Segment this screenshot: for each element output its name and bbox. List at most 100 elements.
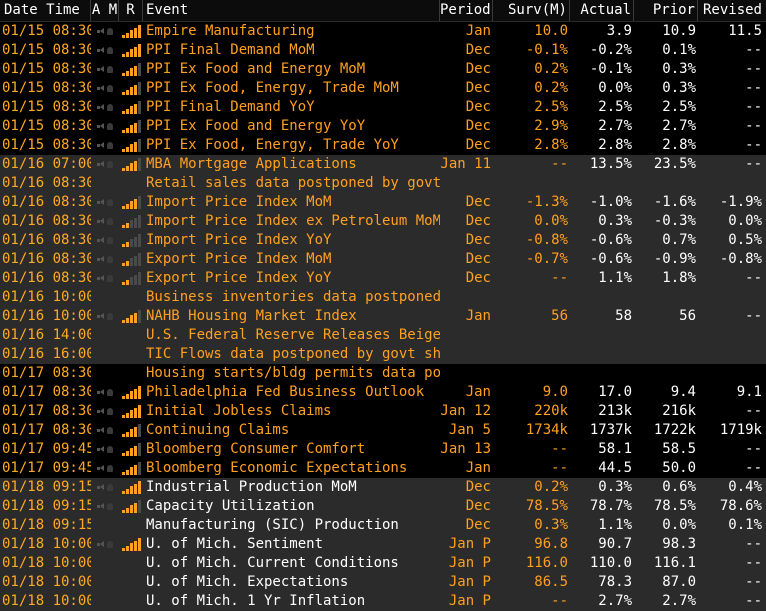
speaker-icon[interactable] — [97, 408, 106, 415]
bell-icon[interactable] — [107, 503, 113, 510]
row-event-name[interactable]: Import Price Index YoY — [143, 231, 440, 250]
row-event-name[interactable]: Capacity Utilization — [143, 497, 440, 516]
bell-icon[interactable] — [107, 199, 113, 206]
table-row[interactable]: 01/15 08:30 PPI Ex Food, Energy, Trade Yo… — [0, 136, 766, 155]
speaker-icon[interactable] — [97, 199, 106, 206]
row-event-name[interactable]: Import Price Index ex Petroleum MoM — [143, 212, 440, 231]
speaker-icon[interactable] — [97, 484, 106, 491]
row-event-name[interactable]: PPI Ex Food and Energy MoM — [143, 60, 440, 79]
row-event-name[interactable]: Bloomberg Economic Expectations — [143, 459, 440, 478]
row-alert-controls[interactable] — [91, 516, 119, 535]
table-row[interactable]: 01/17 09:45 Bloomberg Economic Expectatio… — [0, 459, 766, 478]
bell-icon[interactable] — [107, 427, 113, 434]
row-event-name[interactable]: NAHB Housing Market Index — [143, 307, 440, 326]
row-alert-controls[interactable] — [91, 421, 119, 440]
bell-icon[interactable] — [107, 104, 113, 111]
table-row[interactable]: 01/17 08:30 Philadelphia Fed Business Out… — [0, 383, 766, 402]
table-row[interactable]: 01/15 08:30 PPI Ex Food, Energy, Trade Mo… — [0, 79, 766, 98]
speaker-icon[interactable] — [97, 237, 106, 244]
row-alert-controls[interactable] — [91, 573, 119, 592]
row-alert-controls[interactable] — [91, 79, 119, 98]
row-event-name[interactable]: Industrial Production MoM — [143, 478, 440, 497]
header-relevance[interactable]: R — [119, 0, 143, 21]
table-row[interactable]: 01/16 08:30 Import Price Index ex Petrole… — [0, 212, 766, 231]
row-event-name[interactable]: Import Price Index MoM — [143, 193, 440, 212]
table-row[interactable]: 01/16 08:30 Import Price Index YoY Dec -0.8… — [0, 231, 766, 250]
table-row[interactable]: 01/17 09:45 Bloomberg Consumer Comfort Jan… — [0, 440, 766, 459]
row-alert-controls[interactable] — [91, 41, 119, 60]
header-revised[interactable]: Revised — [698, 0, 766, 21]
speaker-icon[interactable] — [97, 446, 106, 453]
row-event-name[interactable]: U. of Mich. Expectations — [143, 573, 440, 592]
row-event-name[interactable]: Housing starts/bldg permits data postpon… — [143, 364, 440, 383]
header-date-time[interactable]: Date Time — [0, 0, 91, 21]
bell-icon[interactable] — [107, 541, 113, 548]
table-row[interactable]: 01/15 08:30 PPI Final Demand MoM Dec -0.1% -… — [0, 41, 766, 60]
table-row[interactable]: 01/16 10:00 Business inventories data pos… — [0, 288, 766, 307]
row-alert-controls[interactable] — [91, 592, 119, 611]
row-alert-controls[interactable] — [91, 364, 119, 383]
table-row[interactable]: 01/16 07:00 MBA Mortgage Applications Jan … — [0, 155, 766, 174]
speaker-icon[interactable] — [97, 503, 106, 510]
bell-icon[interactable] — [107, 465, 113, 472]
row-alert-controls[interactable] — [91, 231, 119, 250]
table-row[interactable]: 01/18 09:15 Industrial Production MoM Dec 0… — [0, 478, 766, 497]
row-alert-controls[interactable] — [91, 497, 119, 516]
bell-icon[interactable] — [107, 66, 113, 73]
bell-icon[interactable] — [107, 47, 113, 54]
table-row[interactable]: 01/16 14:00 U.S. Federal Reserve Releases… — [0, 326, 766, 345]
table-row[interactable]: 01/16 08:30 Retail sales data postponed b… — [0, 174, 766, 193]
row-event-name[interactable]: Business inventories data postponed by g… — [143, 288, 440, 307]
header-survey[interactable]: Surv(M) — [493, 0, 570, 21]
speaker-icon[interactable] — [97, 427, 106, 434]
bell-icon[interactable] — [107, 484, 113, 491]
speaker-icon[interactable] — [97, 66, 106, 73]
bell-icon[interactable] — [107, 389, 113, 396]
row-event-name[interactable]: U. of Mich. 1 Yr Inflation — [143, 592, 440, 611]
table-row[interactable]: 01/17 08:30 Continuing Claims Jan 5 1734k 17… — [0, 421, 766, 440]
row-alert-controls[interactable] — [91, 174, 119, 193]
speaker-icon[interactable] — [97, 256, 106, 263]
row-event-name[interactable]: PPI Ex Food, Energy, Trade MoM — [143, 79, 440, 98]
header-am[interactable]: A M — [91, 0, 119, 21]
speaker-icon[interactable] — [97, 275, 106, 282]
table-row[interactable]: 01/16 10:00 NAHB Housing Market Index Jan 5… — [0, 307, 766, 326]
speaker-icon[interactable] — [97, 85, 106, 92]
bell-icon[interactable] — [107, 85, 113, 92]
table-row[interactable]: 01/17 08:30 Housing starts/bldg permits d… — [0, 364, 766, 383]
speaker-icon[interactable] — [97, 161, 106, 168]
row-event-name[interactable]: Bloomberg Consumer Comfort — [143, 440, 440, 459]
row-event-name[interactable]: PPI Final Demand YoY — [143, 98, 440, 117]
speaker-icon[interactable] — [97, 465, 106, 472]
row-event-name[interactable]: PPI Final Demand MoM — [143, 41, 440, 60]
header-actual[interactable]: Actual — [570, 0, 634, 21]
speaker-icon[interactable] — [97, 47, 106, 54]
row-event-name[interactable]: Export Price Index MoM — [143, 250, 440, 269]
table-row[interactable]: 01/17 08:30 Initial Jobless Claims Jan 12 2… — [0, 402, 766, 421]
row-event-name[interactable]: Manufacturing (SIC) Production — [143, 516, 440, 535]
row-alert-controls[interactable] — [91, 212, 119, 231]
header-prior[interactable]: Prior — [634, 0, 698, 21]
table-row[interactable]: 01/15 08:30 PPI Ex Food and Energy MoM Dec… — [0, 60, 766, 79]
speaker-icon[interactable] — [97, 142, 106, 149]
bell-icon[interactable] — [107, 446, 113, 453]
table-row[interactable]: 01/18 10:00 U. of Mich. Sentiment Jan P 96.… — [0, 535, 766, 554]
row-event-name[interactable]: U. of Mich. Sentiment — [143, 535, 440, 554]
bell-icon[interactable] — [107, 28, 113, 35]
row-alert-controls[interactable] — [91, 402, 119, 421]
row-alert-controls[interactable] — [91, 269, 119, 288]
row-alert-controls[interactable] — [91, 117, 119, 136]
speaker-icon[interactable] — [97, 313, 106, 320]
speaker-icon[interactable] — [97, 541, 106, 548]
bell-icon[interactable] — [107, 161, 113, 168]
row-event-name[interactable]: Empire Manufacturing — [143, 22, 440, 41]
row-alert-controls[interactable] — [91, 155, 119, 174]
row-event-name[interactable]: PPI Ex Food and Energy YoY — [143, 117, 440, 136]
bell-icon[interactable] — [107, 218, 113, 225]
speaker-icon[interactable] — [97, 104, 106, 111]
row-event-name[interactable]: Initial Jobless Claims — [143, 402, 440, 421]
speaker-icon[interactable] — [97, 389, 106, 396]
row-alert-controls[interactable] — [91, 440, 119, 459]
row-alert-controls[interactable] — [91, 535, 119, 554]
row-event-name[interactable]: TIC Flows data postponed by govt shutdow… — [143, 345, 440, 364]
